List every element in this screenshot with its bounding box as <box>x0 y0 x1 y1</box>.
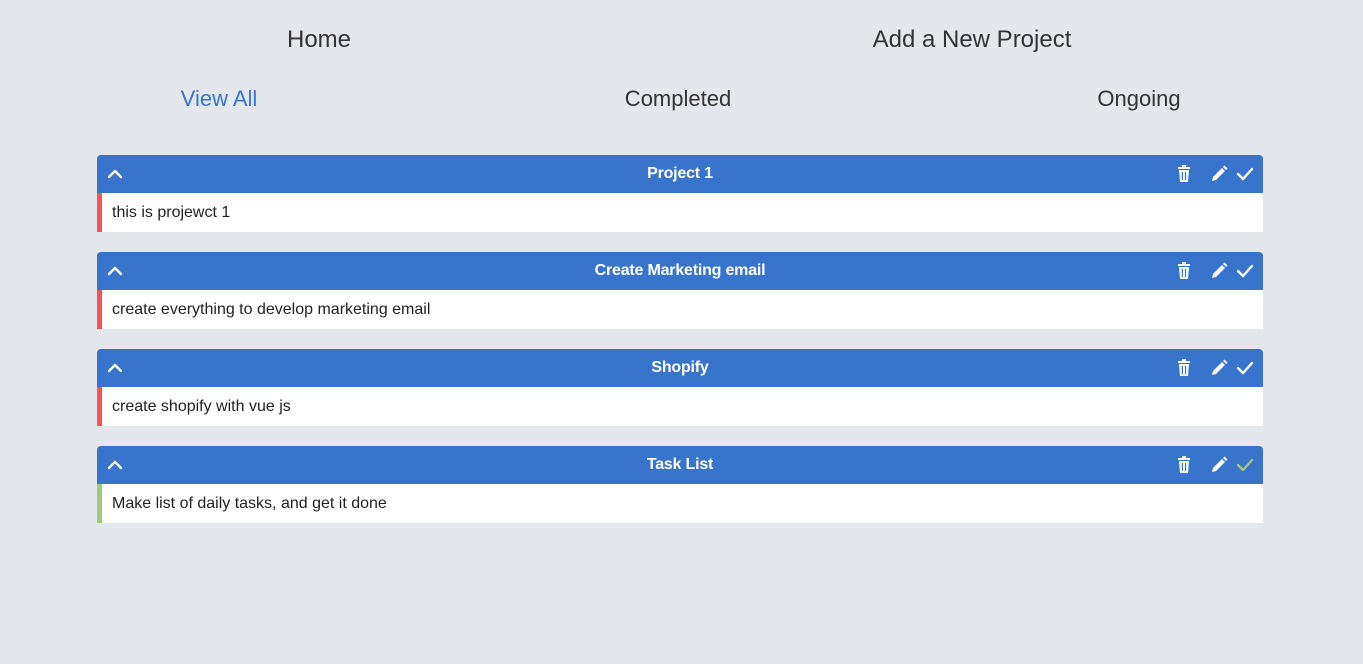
project-title: Create Marketing email <box>594 262 766 279</box>
filter-completed[interactable]: Completed <box>625 86 731 112</box>
filter-ongoing[interactable]: Ongoing <box>1097 86 1180 112</box>
trash-icon[interactable] <box>1174 261 1194 281</box>
filter-view-all[interactable]: View All <box>181 86 258 112</box>
project-details: create everything to develop marketing e… <box>97 290 1263 329</box>
project-details: this is projewct 1 <box>97 193 1263 232</box>
project-details: Make list of daily tasks, and get it don… <box>97 484 1263 523</box>
filter-navigation: View All Completed Ongoing <box>0 86 1363 118</box>
nav-add-project-link[interactable]: Add a New Project <box>873 26 1072 54</box>
check-icon[interactable] <box>1235 358 1255 378</box>
project-title: Shopify <box>651 359 709 376</box>
project-header[interactable]: Shopify <box>97 349 1263 387</box>
top-navigation: Home Add a New Project <box>0 26 1363 62</box>
pencil-icon[interactable] <box>1209 455 1229 475</box>
project-title: Task List <box>646 456 714 473</box>
check-icon[interactable] <box>1235 261 1255 281</box>
project-card: Shopify create shopify with vue js <box>97 349 1263 426</box>
project-header[interactable]: Project 1 <box>97 155 1263 193</box>
check-icon[interactable] <box>1235 164 1255 184</box>
trash-icon[interactable] <box>1174 164 1194 184</box>
pencil-icon[interactable] <box>1209 358 1229 378</box>
project-details: create shopify with vue js <box>97 387 1263 426</box>
project-header[interactable]: Task List <box>97 446 1263 484</box>
project-card: Create Marketing email create everything… <box>97 252 1263 329</box>
check-icon[interactable] <box>1235 455 1255 475</box>
trash-icon[interactable] <box>1174 358 1194 378</box>
pencil-icon[interactable] <box>1209 261 1229 281</box>
project-card: Task List Make list of daily tasks, and … <box>97 446 1263 523</box>
trash-icon[interactable] <box>1174 455 1194 475</box>
project-header[interactable]: Create Marketing email <box>97 252 1263 290</box>
pencil-icon[interactable] <box>1209 164 1229 184</box>
project-list: Project 1 this is projewct 1 Create Mark… <box>97 155 1263 543</box>
project-card: Project 1 this is projewct 1 <box>97 155 1263 232</box>
nav-home-link[interactable]: Home <box>287 26 351 54</box>
project-title: Project 1 <box>647 165 713 182</box>
